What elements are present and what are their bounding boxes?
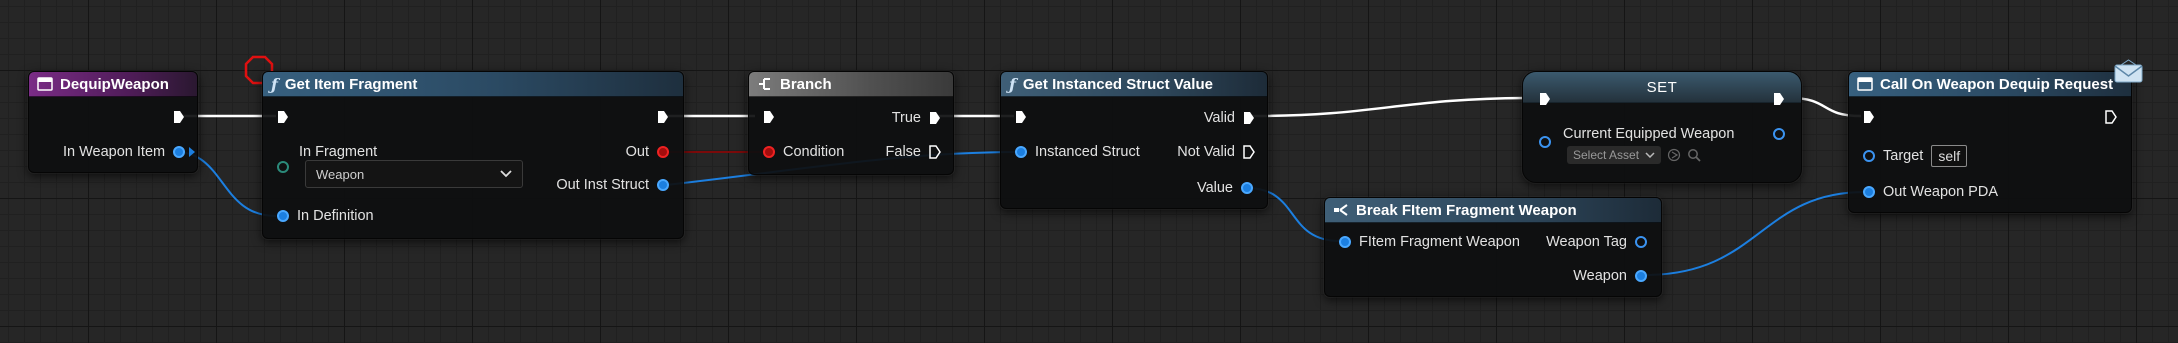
break-struct-icon: [1334, 204, 1348, 216]
node-title: DequipWeapon: [60, 75, 169, 93]
exec-output-pin-false[interactable]: [929, 145, 941, 159]
exec-output-pin-valid[interactable]: [1243, 111, 1255, 125]
struct-output-pin[interactable]: [657, 179, 669, 191]
exec-output-pin[interactable]: [2105, 110, 2117, 124]
pin-arrow-icon: [189, 147, 196, 157]
node-title: Call On Weapon Dequip Request: [1880, 75, 2114, 93]
object-output-pin[interactable]: [1635, 270, 1647, 282]
exec-input-pin[interactable]: [277, 110, 289, 124]
pin-label-in-weapon-item: In Weapon Item: [63, 144, 166, 160]
node-header[interactable]: SET: [1523, 72, 1801, 103]
bool-input-pin[interactable]: [763, 146, 775, 158]
tag-output-pin[interactable]: [1635, 236, 1647, 248]
object-input-pin[interactable]: [1539, 136, 1551, 148]
message-envelope-icon: [2114, 59, 2143, 83]
node-header[interactable]: ƒ Get Instanced Struct Value: [1001, 72, 1267, 97]
node-dequip-weapon[interactable]: DequipWeapon In Weapon Item: [28, 71, 198, 173]
exec-output-pin-not-valid[interactable]: [1243, 145, 1255, 159]
node-header[interactable]: ƒ Get Item Fragment: [263, 72, 683, 97]
event-icon: [37, 77, 53, 91]
exec-output-pin[interactable]: [1773, 92, 1785, 106]
fragment-dropdown[interactable]: Weapon: [305, 160, 523, 188]
pin-label-in-definition: In Definition: [297, 208, 374, 224]
struct-input-pin[interactable]: [1339, 236, 1351, 248]
exec-output-pin[interactable]: [657, 110, 669, 124]
exec-output-pin-true[interactable]: [929, 111, 941, 125]
pin-label-out-inst-struct: Out Inst Struct: [556, 177, 649, 193]
node-title: Branch: [780, 75, 832, 93]
struct-output-pin[interactable]: [1241, 182, 1253, 194]
pin-label-in-fragment: In Fragment: [299, 144, 378, 160]
pin-label-target: Target: [1883, 148, 1924, 164]
node-get-item-fragment[interactable]: ƒ Get Item Fragment In Fragment Weapon I…: [262, 71, 684, 239]
pin-label-current-equipped-weapon: Current Equipped Weapon: [1563, 126, 1735, 142]
object-output-pin[interactable]: [173, 146, 186, 158]
bool-output-pin[interactable]: [657, 146, 669, 158]
node-title: SET: [1646, 78, 1678, 96]
target-input-pin[interactable]: [1863, 150, 1875, 162]
node-header[interactable]: Break FItem Fragment Weapon: [1325, 198, 1661, 223]
chevron-down-icon: [1645, 152, 1655, 158]
event-icon: [1857, 77, 1873, 91]
pin-label-valid: Valid: [1203, 110, 1235, 126]
pin-label-true: True: [891, 110, 921, 126]
use-selected-asset-icon[interactable]: [1667, 148, 1681, 162]
pin-label-not-valid: Not Valid: [1177, 144, 1235, 160]
pin-label-fitem-fragment-weapon: FItem Fragment Weapon: [1359, 234, 1520, 250]
function-icon: ƒ: [271, 74, 278, 94]
exec-input-pin[interactable]: [763, 110, 775, 124]
exec-input-pin[interactable]: [1863, 110, 1875, 124]
node-branch[interactable]: Branch Condition True False: [748, 71, 954, 175]
dropdown-value: Weapon: [316, 166, 365, 182]
object-input-pin[interactable]: [1863, 186, 1875, 198]
pin-label-weapon: Weapon: [1573, 268, 1627, 284]
pin-label-value: Value: [1196, 180, 1233, 196]
target-value-field[interactable]: self: [1931, 145, 1968, 167]
node-header[interactable]: Branch: [749, 72, 953, 97]
node-get-instanced-struct-value[interactable]: ƒ Get Instanced Struct Value Instanced S…: [1000, 71, 1268, 209]
exec-output-pin[interactable]: [173, 110, 185, 124]
exec-input-pin[interactable]: [1015, 110, 1027, 124]
object-output-pin[interactable]: [1773, 128, 1785, 140]
node-call-on-weapon-dequip-request[interactable]: Call On Weapon Dequip Request Target sel…: [1848, 71, 2132, 213]
pin-label-out-weapon-pda: Out Weapon PDA: [1883, 184, 1998, 200]
node-header[interactable]: DequipWeapon: [29, 72, 197, 97]
class-input-pin[interactable]: [277, 161, 289, 173]
object-input-pin[interactable]: [277, 210, 289, 222]
struct-input-pin[interactable]: [1015, 146, 1027, 158]
node-title: Break FItem Fragment Weapon: [1356, 201, 1577, 219]
branch-icon: [759, 78, 770, 90]
browse-asset-search-icon[interactable]: [1687, 148, 1701, 162]
node-title: Get Instanced Struct Value: [1022, 75, 1213, 93]
pin-label-condition: Condition: [783, 144, 845, 160]
node-header[interactable]: Call On Weapon Dequip Request: [1849, 72, 2131, 97]
asset-select[interactable]: Select Asset: [1567, 146, 1662, 164]
node-break-fitem-fragment-weapon[interactable]: Break FItem Fragment Weapon FItem Fragme…: [1324, 197, 1662, 297]
pin-label-instanced-struct: Instanced Struct: [1035, 144, 1140, 160]
pin-label-weapon-tag: Weapon Tag: [1546, 234, 1627, 250]
asset-select-placeholder: Select Asset: [1573, 148, 1640, 162]
pin-label-false: False: [885, 144, 921, 160]
function-icon: ƒ: [1009, 74, 1016, 94]
pin-label-out: Out: [625, 144, 649, 160]
node-set-variable[interactable]: SET Current Equipped Weapon Select Asset: [1522, 71, 1802, 183]
node-title: Get Item Fragment: [284, 75, 418, 93]
exec-input-pin[interactable]: [1539, 92, 1551, 106]
chevron-down-icon: [500, 170, 512, 178]
